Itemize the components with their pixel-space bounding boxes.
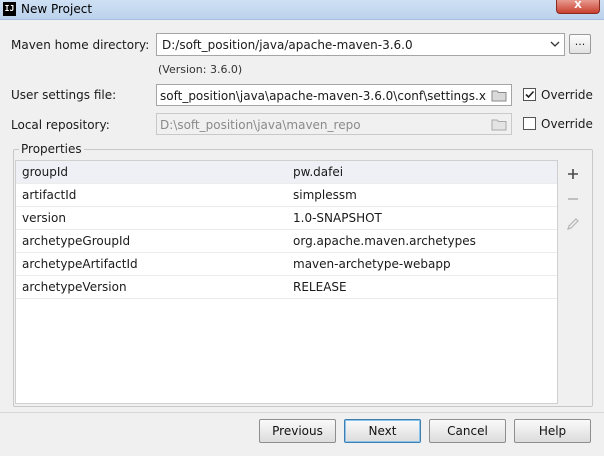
table-row[interactable]: archetypeArtifactId maven-archetype-weba… (16, 253, 557, 276)
maven-version-text: (Version: 3.6.0) (158, 63, 243, 76)
cancel-button[interactable]: Cancel (429, 419, 506, 443)
property-value[interactable]: simplessm (293, 188, 357, 202)
edit-property-button[interactable] (562, 213, 584, 235)
property-key: archetypeGroupId (22, 234, 131, 248)
pencil-icon (567, 218, 579, 230)
minus-icon (568, 198, 578, 200)
local-repo-label: Local repository: (11, 118, 110, 132)
folder-icon[interactable] (487, 114, 511, 134)
property-key: archetypeArtifactId (22, 257, 138, 271)
help-button[interactable]: Help (514, 419, 591, 443)
user-settings-label: User settings file: (11, 88, 117, 102)
table-row[interactable]: artifactId simplessm (16, 184, 557, 207)
checkmark-icon (525, 90, 535, 99)
browse-maven-home-button[interactable]: ... (569, 34, 591, 54)
local-repo-override-label: Override (541, 117, 593, 131)
user-settings-field[interactable]: soft_position\java\apache-maven-3.6.0\co… (156, 84, 512, 106)
remove-property-button[interactable] (562, 188, 584, 210)
local-repo-value: D:\soft_position\java\maven_repo (160, 118, 361, 132)
property-value[interactable]: org.apache.maven.archetypes (293, 234, 476, 248)
user-settings-override-checkbox[interactable] (523, 88, 536, 101)
property-key: artifactId (22, 188, 77, 202)
property-value[interactable]: RELEASE (293, 280, 347, 294)
maven-home-combobox[interactable]: D:/soft_position/java/apache-maven-3.6.0 (156, 33, 565, 56)
property-key: version (22, 211, 66, 225)
local-repo-override-checkbox[interactable] (523, 117, 536, 130)
plus-icon (568, 169, 578, 179)
close-button[interactable]: X (556, 0, 600, 14)
chevron-down-icon[interactable] (550, 39, 560, 49)
maven-home-label: Maven home directory: (11, 38, 150, 52)
user-settings-override-label: Override (541, 88, 593, 102)
title-bar: IJ New Project X (0, 0, 604, 20)
local-repo-field[interactable]: D:\soft_position\java\maven_repo (156, 113, 512, 135)
footer-divider (0, 412, 604, 413)
property-value[interactable]: maven-archetype-webapp (293, 257, 451, 271)
previous-button[interactable]: Previous (259, 419, 336, 443)
property-key: groupId (22, 165, 69, 179)
maven-home-value: D:/soft_position/java/apache-maven-3.6.0 (162, 38, 413, 52)
property-value[interactable]: 1.0-SNAPSHOT (293, 211, 382, 225)
properties-table[interactable]: groupId pw.dafei artifactId simplessm ve… (15, 160, 558, 404)
table-row[interactable]: groupId pw.dafei (16, 161, 557, 184)
table-row[interactable]: archetypeGroupId org.apache.maven.archet… (16, 230, 557, 253)
table-row[interactable]: version 1.0-SNAPSHOT (16, 207, 557, 230)
window-title: New Project (21, 2, 93, 16)
next-button[interactable]: Next (344, 419, 421, 443)
add-property-button[interactable] (562, 163, 584, 185)
property-key: archetypeVersion (22, 280, 127, 294)
intellij-app-icon: IJ (3, 2, 16, 16)
folder-icon[interactable] (487, 85, 511, 105)
user-settings-value: soft_position\java\apache-maven-3.6.0\co… (160, 89, 501, 103)
table-row[interactable]: archetypeVersion RELEASE (16, 276, 557, 299)
property-value[interactable]: pw.dafei (293, 165, 343, 179)
properties-title: Properties (19, 142, 84, 156)
